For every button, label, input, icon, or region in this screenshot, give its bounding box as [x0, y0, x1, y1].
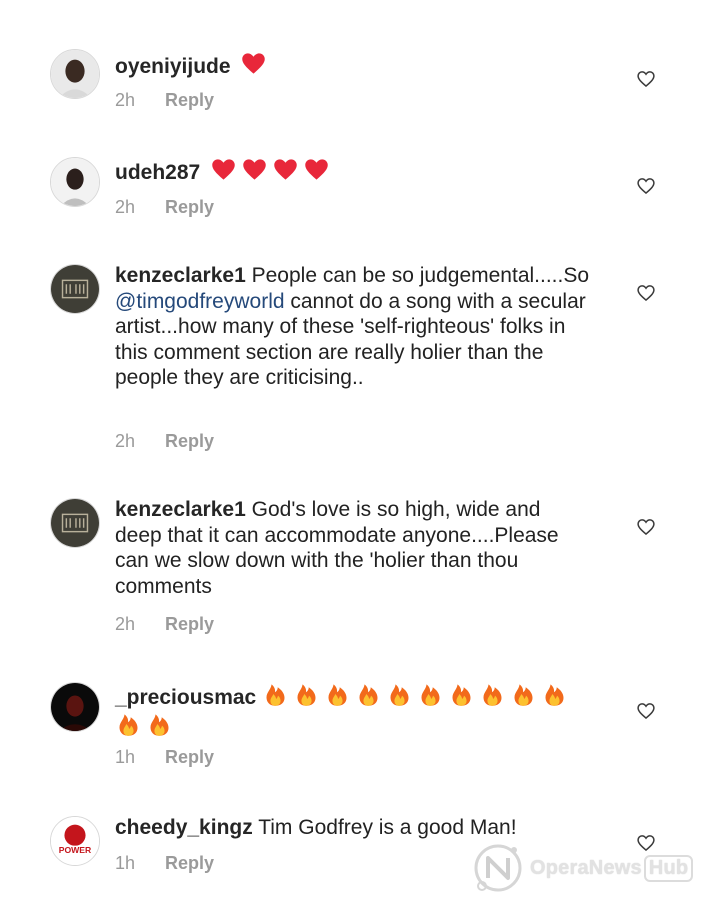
comment-username[interactable]: _preciousmac: [115, 686, 256, 709]
reply-button[interactable]: Reply: [165, 614, 214, 634]
comment-time: 1h: [115, 747, 136, 767]
reply-button[interactable]: Reply: [165, 90, 214, 110]
comment-meta: 1h Reply: [115, 747, 214, 768]
reply-button[interactable]: Reply: [165, 747, 214, 767]
heart-emoji-icon: [240, 50, 267, 77]
fire-emoji-icon: [417, 681, 444, 708]
avatar[interactable]: [50, 264, 100, 314]
avatar[interactable]: POWER: [50, 816, 100, 866]
watermark-brand: OperaNews: [530, 856, 642, 879]
fire-emoji-icon: [479, 681, 506, 708]
reply-button[interactable]: Reply: [165, 853, 214, 873]
comment-username[interactable]: udeh287: [115, 161, 200, 184]
comment-text: People can be so judgemental.....So: [251, 264, 590, 287]
fire-emoji-icon: [448, 681, 475, 708]
comment-username[interactable]: oyeniyijude: [115, 55, 231, 78]
comment-text: Tim Godfrey is a good Man!: [258, 816, 517, 839]
comment-time: 1h: [115, 853, 136, 873]
fire-emoji-icon: [146, 711, 173, 738]
operanewshub-watermark: OperaNews Hub: [468, 838, 718, 898]
avatar[interactable]: [50, 49, 100, 99]
like-heart-icon[interactable]: [636, 701, 656, 721]
heart-emoji-icon: [210, 156, 237, 183]
fire-emoji-icon: [541, 681, 568, 708]
comment-meta: 2h Reply: [115, 90, 214, 111]
fire-emoji-icon: [115, 711, 142, 738]
mention-link[interactable]: @timgodfreyworld: [115, 290, 285, 313]
comment-meta: 2h Reply: [115, 614, 214, 635]
operanews-logo-icon: [474, 844, 522, 892]
like-heart-icon[interactable]: [636, 69, 656, 89]
reply-button[interactable]: Reply: [165, 197, 214, 217]
comment-username[interactable]: kenzeclarke1: [115, 498, 246, 521]
fire-emoji-icon: [386, 681, 413, 708]
avatar[interactable]: [50, 498, 100, 548]
watermark-hub: Hub: [643, 854, 694, 882]
comment-time: 2h: [115, 197, 136, 217]
heart-emoji-icon: [272, 156, 299, 183]
like-heart-icon[interactable]: [636, 176, 656, 196]
avatar-logo-text: POWER: [59, 845, 92, 855]
fire-emoji-icon: [262, 681, 289, 708]
comment-time: 2h: [115, 90, 136, 110]
fire-emoji-icon: [324, 681, 351, 708]
heart-emoji-icon: [303, 156, 330, 183]
comment-time: 2h: [115, 614, 136, 634]
comment-meta: 2h Reply: [115, 197, 214, 218]
comment-username[interactable]: kenzeclarke1: [115, 264, 246, 287]
comment-time: 2h: [115, 431, 136, 451]
heart-emoji-icon: [241, 156, 268, 183]
avatar[interactable]: [50, 157, 100, 207]
avatar[interactable]: [50, 682, 100, 732]
like-heart-icon[interactable]: [636, 283, 656, 303]
comment-username[interactable]: cheedy_kingz: [115, 816, 253, 839]
comment-meta: 1h Reply: [115, 853, 214, 874]
comment-meta: 2h Reply: [115, 431, 214, 452]
like-heart-icon[interactable]: [636, 517, 656, 537]
fire-emoji-icon: [293, 681, 320, 708]
fire-emoji-icon: [355, 681, 382, 708]
fire-emoji-icon: [510, 681, 537, 708]
reply-button[interactable]: Reply: [165, 431, 214, 451]
